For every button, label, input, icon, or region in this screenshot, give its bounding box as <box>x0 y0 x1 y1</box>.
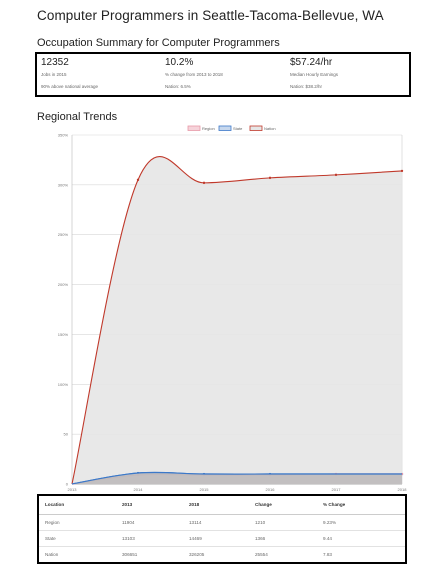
table-cell-2018: 13114 <box>183 514 249 531</box>
y-tick-label: 300% <box>58 182 69 187</box>
table-header-2013: 2013 <box>116 495 183 515</box>
stat-earnings-note: Nation: $38.2/hr <box>290 84 323 89</box>
x-tick-label: 2017 <box>332 487 342 492</box>
stat-change-label: % change from 2013 to 2018 <box>165 72 223 77</box>
data-point-nation <box>268 176 272 180</box>
legend-swatch-state <box>218 125 232 131</box>
table-cell-change: 25554 <box>255 552 268 558</box>
stat-earnings: $57.24/hr Median Hourly Earnings Nation:… <box>290 57 338 90</box>
table-cell-location: Nation <box>45 552 59 558</box>
y-tick-label: 200% <box>58 282 69 287</box>
chart-svg: 0 50 100% 150% 200% 250% 300% 350% 2013 2014 2015 2… <box>58 125 408 492</box>
table-header-change: Change <box>249 495 317 515</box>
occupation-summary-box: 12352 Jobs in 2015 90% above national av… <box>35 52 411 97</box>
y-tick-label: 350% <box>58 133 69 138</box>
data-point-nation <box>334 173 338 177</box>
regional-trends-chart: 0 50 100% 150% 200% 250% 300% 350% 2013 2014 2015 2… <box>0 122 439 494</box>
legend-label-state: State <box>233 126 243 131</box>
y-tick-label: 150% <box>58 332 69 337</box>
table-row: Nation 306651 326205 25554 7.83 <box>38 547 406 563</box>
x-tick-label: 2014 <box>134 487 144 492</box>
stat-jobs: 12352 Jobs in 2015 90% above national av… <box>41 57 98 90</box>
table-cell-change: 1366 <box>249 530 317 548</box>
page-title: Computer Programmers in Seattle-Tacoma-B… <box>37 8 384 23</box>
trends-table: Location 2013 2018 Change % Change Regio… <box>37 494 407 564</box>
stat-earnings-label: Median Hourly Earnings <box>290 72 339 77</box>
summary-heading: Occupation Summary for Computer Programm… <box>37 37 280 49</box>
table-header-location: Location <box>38 495 116 515</box>
table-cell-location: State <box>38 530 116 548</box>
legend-swatch-region <box>187 125 201 131</box>
stat-jobs-label: Jobs in 2015 <box>41 72 67 77</box>
stat-change-note: Nation: 6.5% <box>165 84 191 89</box>
legend-label-region: Region <box>202 126 215 131</box>
y-tick-label: 100% <box>58 382 69 387</box>
table-header-row: Location 2013 2018 Change % Change <box>38 495 406 515</box>
stat-earnings-value: $57.24/hr <box>290 57 333 68</box>
x-tick-label: 2016 <box>266 487 276 492</box>
stat-jobs-note: 90% above national average <box>41 84 99 89</box>
y-tick-label: 0 <box>66 482 69 487</box>
table-cell-2013: 13103 <box>116 530 183 548</box>
table-header-pct-change: % Change <box>317 495 406 515</box>
stat-jobs-value: 12352 <box>41 57 69 68</box>
table-cell-2013: 11904 <box>116 514 183 531</box>
y-tick-label: 50 <box>64 432 69 437</box>
table-header-2018: 2018 <box>183 495 249 515</box>
data-point-nation <box>400 169 404 173</box>
series-area-nation <box>72 156 402 485</box>
table-cell-pct-change: 9.44 <box>317 530 406 548</box>
legend-label-nation: Nation <box>264 126 276 131</box>
legend-swatch-nation <box>249 125 263 131</box>
stat-change: 10.2% % change from 2013 to 2018 Nation:… <box>165 57 223 90</box>
stat-change-value: 10.2% <box>165 57 194 68</box>
data-point-nation <box>136 178 140 182</box>
x-tick-label: 2018 <box>398 487 408 492</box>
data-point-nation <box>202 181 206 185</box>
table-cell-pct-change: 9.23% <box>317 514 406 531</box>
table-cell-2018: 326205 <box>189 552 205 558</box>
table-row: Region 11904 13114 1210 9.23% <box>38 514 406 531</box>
table-cell-2013: 306651 <box>122 552 138 558</box>
x-tick-label: 2013 <box>68 487 78 492</box>
table-cell-pct-change: 7.83 <box>323 552 332 558</box>
y-tick-label: 250% <box>58 232 69 237</box>
table-cell-change: 1210 <box>249 514 317 531</box>
x-tick-label: 2015 <box>200 487 210 492</box>
table-cell-location: Region <box>38 514 116 531</box>
table-row: State 13103 14469 1366 9.44 <box>38 530 406 548</box>
table-cell-2018: 14469 <box>183 530 249 548</box>
